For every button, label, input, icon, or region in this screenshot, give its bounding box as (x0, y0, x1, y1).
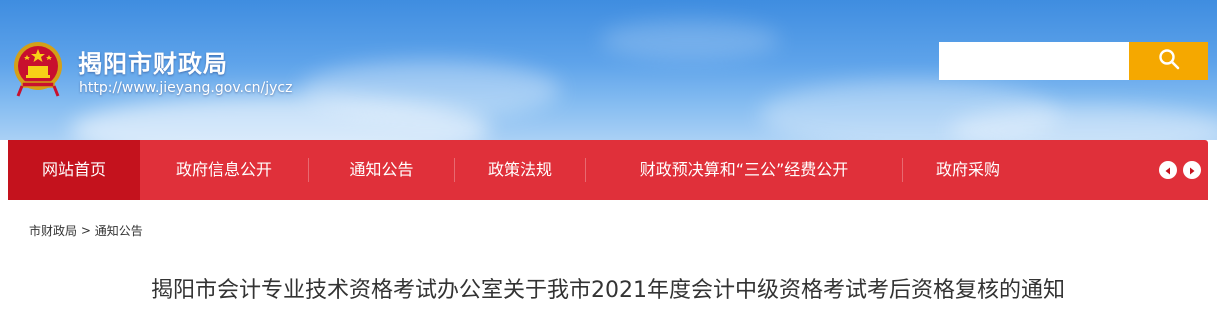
breadcrumb-item[interactable]: 通知公告 (95, 224, 143, 238)
breadcrumb-item[interactable]: 市财政局 (29, 224, 77, 238)
site-title: 揭阳市财政局 (78, 50, 228, 78)
breadcrumb: 市财政局 > 通知公告 (29, 222, 143, 239)
breadcrumb-separator: > (80, 223, 91, 238)
nav-item-budget[interactable]: 财政预决算和“三公”经费公开 (586, 140, 902, 200)
main-nav: 网站首页 政府信息公开 通知公告 政策法规 财政预决算和“三公”经费公开 政府采… (8, 140, 1208, 200)
nav-item-procurement[interactable]: 政府采购 (903, 140, 1033, 200)
search-button[interactable] (1129, 42, 1208, 80)
search-input[interactable] (939, 42, 1129, 80)
content-area: 市财政局 > 通知公告 揭阳市会计专业技术资格考试办公室关于我市2021年度会计… (8, 200, 1208, 313)
article-title: 揭阳市会计专业技术资格考试办公室关于我市2021年度会计中级资格考试考后资格复核… (151, 278, 1065, 303)
nav-prev-button[interactable] (1159, 161, 1177, 179)
chevron-left-icon (1163, 161, 1173, 180)
nav-next-button[interactable] (1183, 161, 1201, 179)
cloud-decoration (300, 60, 560, 120)
cloud-decoration (600, 20, 780, 60)
nav-item-home[interactable]: 网站首页 (8, 140, 140, 200)
search-icon (1158, 48, 1180, 74)
site-url[interactable]: http://www.jieyang.gov.cn/jycz (79, 80, 292, 96)
chevron-right-icon (1187, 161, 1197, 180)
nav-item-notices[interactable]: 通知公告 (309, 140, 454, 200)
nav-item-gov-info[interactable]: 政府信息公开 (140, 140, 308, 200)
nav-item-policies[interactable]: 政策法规 (455, 140, 585, 200)
site-header: 揭阳市财政局 http://www.jieyang.gov.cn/jycz (0, 0, 1217, 140)
national-emblem-icon (12, 40, 64, 98)
